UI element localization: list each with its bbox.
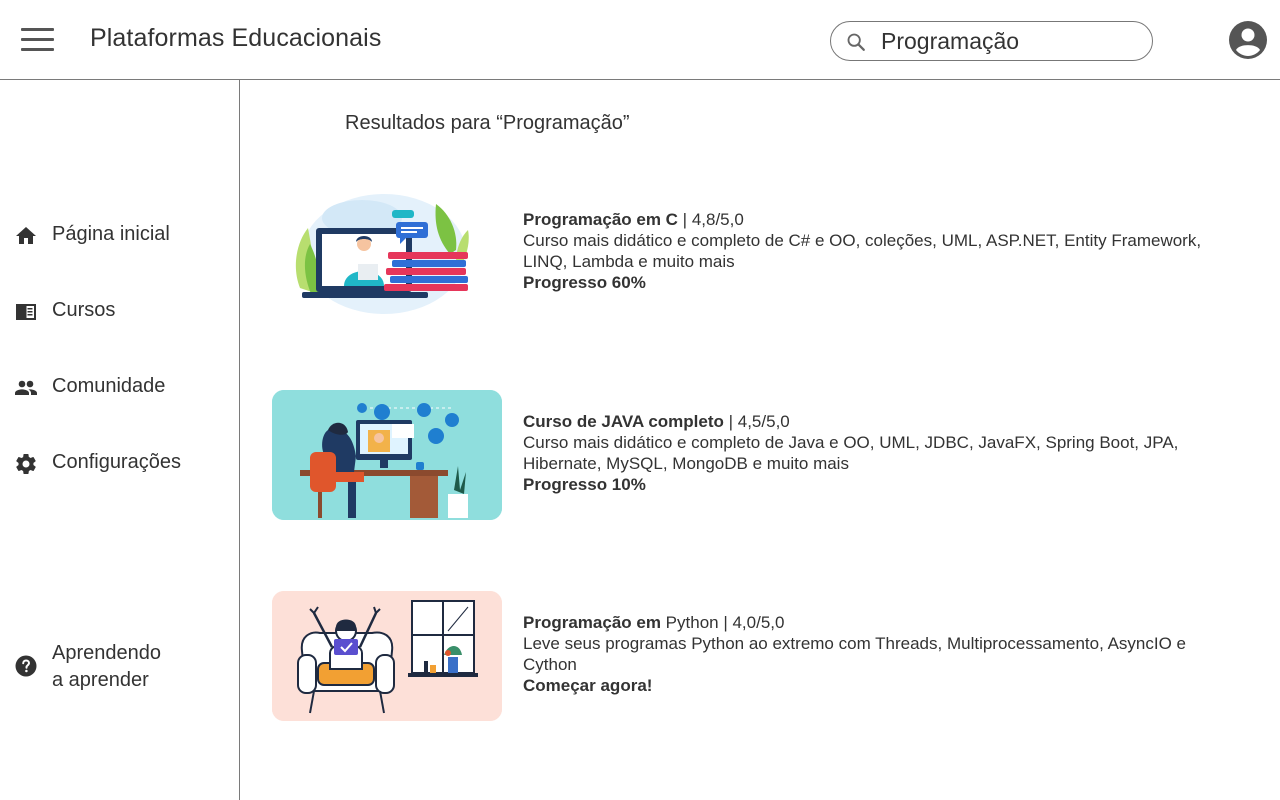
course-card-python[interactable]: Programação em Python | 4,0/5,0 Leve seu… bbox=[272, 591, 1252, 721]
sidebar-item-courses[interactable]: Cursos bbox=[0, 290, 239, 334]
course-rating: | 4,5/5,0 bbox=[723, 412, 790, 431]
course-description: Curso mais didático e completo de Java e… bbox=[523, 433, 1179, 473]
help-circle-icon bbox=[15, 655, 37, 677]
sidebar-item-home[interactable]: Página inicial bbox=[0, 214, 239, 258]
sidebar-item-settings[interactable]: Configurações bbox=[0, 442, 239, 486]
help-label-line-1: Aprendendo bbox=[52, 642, 161, 664]
people-icon bbox=[15, 380, 37, 395]
course-description: Curso mais didático e completo de C# e O… bbox=[523, 231, 1202, 271]
account-circle-icon[interactable] bbox=[1228, 20, 1268, 60]
course-description: Leve seus programas Python ao extremo co… bbox=[523, 634, 1186, 674]
top-app-bar: Plataformas Educacionais bbox=[0, 0, 1280, 80]
course-info: Programação em Python | 4,0/5,0 Leve seu… bbox=[523, 612, 1243, 696]
course-title-line: Programação em Python | 4,0/5,0 bbox=[523, 612, 1243, 633]
course-info: Curso de JAVA completo | 4,5/5,0 Curso m… bbox=[523, 411, 1243, 495]
home-icon bbox=[16, 227, 36, 244]
person-at-computer-illustration bbox=[272, 390, 502, 520]
course-rating: | 4,8/5,0 bbox=[677, 210, 744, 229]
search-icon[interactable] bbox=[845, 31, 867, 53]
app-title: Plataformas Educacionais bbox=[90, 24, 382, 52]
online-teacher-illustration bbox=[295, 194, 469, 314]
help-label-line-2: a aprender bbox=[52, 669, 149, 691]
sidebar-item-label: Configurações bbox=[52, 451, 181, 473]
sidebar-item-community[interactable]: Comunidade bbox=[0, 366, 239, 410]
course-title-extra: Python bbox=[660, 613, 719, 632]
sidebar-item-label: Cursos bbox=[52, 299, 116, 321]
search-input[interactable] bbox=[881, 27, 1141, 55]
course-info: Programação em C | 4,8/5,0 Curso mais di… bbox=[523, 209, 1243, 293]
sidebar-item-learning-to-learn[interactable]: Aprendendo a aprender bbox=[0, 638, 239, 698]
course-progress: Progresso 10% bbox=[523, 475, 646, 494]
course-title: Curso de JAVA completo bbox=[523, 412, 724, 431]
person-cheering-armchair-illustration bbox=[272, 591, 502, 721]
sidebar: Página inicial Cursos Comunidade Configu… bbox=[0, 80, 240, 800]
course-rating: | 4,0/5,0 bbox=[718, 613, 785, 632]
course-thumbnail[interactable] bbox=[272, 591, 502, 721]
gear-icon bbox=[16, 454, 36, 475]
chrome-reader-mode-icon bbox=[16, 304, 36, 320]
course-progress: Progresso 60% bbox=[523, 273, 646, 292]
course-card-c[interactable]: Programação em C | 4,8/5,0 Curso mais di… bbox=[272, 188, 1252, 318]
hamburger-menu-icon[interactable] bbox=[20, 26, 56, 54]
course-title-line: Curso de JAVA completo | 4,5/5,0 bbox=[523, 411, 1243, 432]
course-start-cta[interactable]: Começar agora! bbox=[523, 675, 1243, 696]
course-title: Programação em bbox=[523, 613, 661, 632]
course-card-java[interactable]: Curso de JAVA completo | 4,5/5,0 Curso m… bbox=[272, 390, 1252, 520]
sidebar-item-label: Página inicial bbox=[52, 223, 170, 245]
course-title: Programação em C bbox=[523, 210, 678, 229]
results-title: Resultados para “Programação” bbox=[345, 112, 630, 134]
course-thumbnail[interactable] bbox=[272, 188, 502, 318]
search-bar[interactable] bbox=[830, 21, 1153, 61]
sidebar-item-label: Comunidade bbox=[52, 375, 166, 397]
sidebar-item-label: Aprendendo a aprender bbox=[52, 640, 232, 694]
course-thumbnail[interactable] bbox=[272, 390, 502, 520]
course-title-line: Programação em C | 4,8/5,0 bbox=[523, 209, 1243, 230]
